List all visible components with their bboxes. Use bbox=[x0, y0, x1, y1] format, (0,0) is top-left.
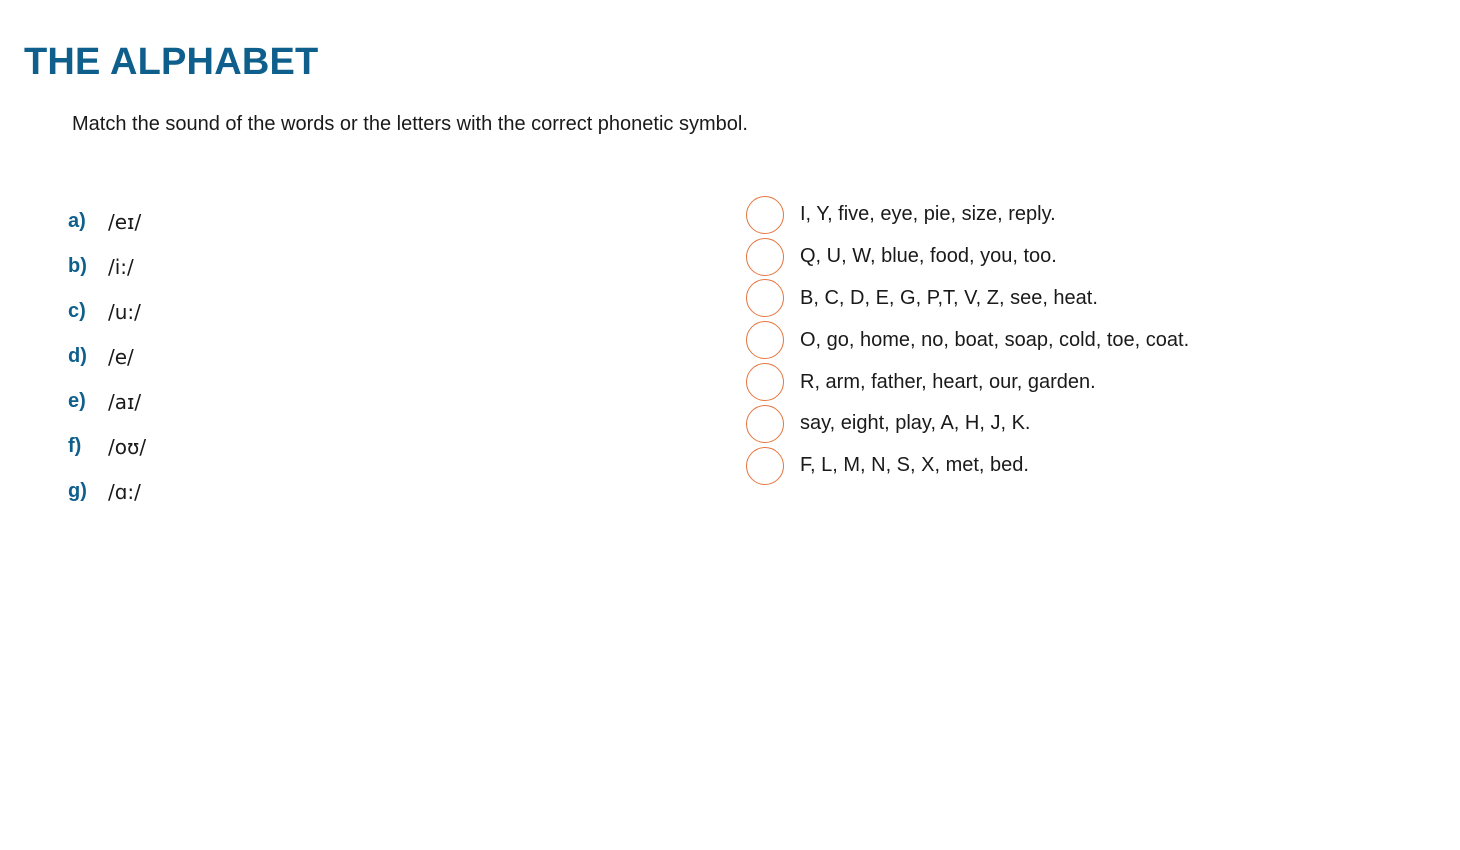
symbol-letter: f) bbox=[68, 435, 82, 457]
match-text: R, arm, father, heart, our, garden. bbox=[800, 370, 1096, 393]
symbol-ipa: /e/ bbox=[108, 344, 134, 369]
match-list: I, Y, five, eye, pie, size, reply. Q, U,… bbox=[746, 194, 1189, 487]
match-text: I, Y, five, eye, pie, size, reply. bbox=[800, 203, 1056, 226]
match-text: O, go, home, no, boat, soap, cold, toe, … bbox=[800, 328, 1190, 351]
symbol-letter: c) bbox=[68, 300, 86, 322]
answer-circle[interactable] bbox=[746, 279, 784, 318]
page-title: THE ALPHABET bbox=[24, 41, 319, 83]
answer-circle[interactable] bbox=[746, 321, 784, 360]
symbol-letter: d) bbox=[68, 345, 87, 367]
phonetic-symbol-list: a) /eɪ/ b) /i:/ c) /u:/ d) /e/ e) /aɪ/ f… bbox=[68, 199, 146, 514]
symbol-item-e: e) /aɪ/ bbox=[68, 379, 146, 424]
symbol-letter: g) bbox=[68, 480, 87, 502]
answer-circle[interactable] bbox=[746, 446, 784, 485]
match-text: F, L, M, N, S, X, met, bed. bbox=[800, 454, 1029, 477]
match-text: say, eight, play, A, H, J, K. bbox=[800, 412, 1031, 435]
match-item-5: R, arm, father, heart, our, garden. bbox=[746, 361, 1189, 403]
symbol-letter: a) bbox=[68, 210, 86, 232]
symbol-ipa: /eɪ/ bbox=[108, 209, 142, 234]
match-item-4: O, go, home, no, boat, soap, cold, toe, … bbox=[746, 319, 1189, 361]
symbol-item-a: a) /eɪ/ bbox=[68, 199, 146, 244]
match-item-3: B, C, D, E, G, P,T, V, Z, see, heat. bbox=[746, 278, 1189, 320]
symbol-item-f: f) /oʊ/ bbox=[68, 424, 146, 469]
symbol-item-c: c) /u:/ bbox=[68, 289, 146, 334]
symbol-letter: b) bbox=[68, 255, 87, 277]
symbol-item-g: g) /ɑ:/ bbox=[68, 469, 146, 514]
symbol-ipa: /i:/ bbox=[108, 254, 134, 279]
answer-circle[interactable] bbox=[746, 363, 784, 402]
answer-circle[interactable] bbox=[746, 237, 784, 276]
match-item-1: I, Y, five, eye, pie, size, reply. bbox=[746, 194, 1189, 236]
symbol-letter: e) bbox=[68, 390, 86, 412]
symbol-ipa: /oʊ/ bbox=[108, 434, 147, 459]
match-item-7: F, L, M, N, S, X, met, bed. bbox=[746, 445, 1189, 487]
match-text: Q, U, W, blue, food, you, too. bbox=[800, 245, 1057, 268]
answer-circle[interactable] bbox=[746, 195, 784, 234]
instruction-text: Match the sound of the words or the lett… bbox=[72, 113, 748, 135]
symbol-item-d: d) /e/ bbox=[68, 334, 146, 379]
match-item-6: say, eight, play, A, H, J, K. bbox=[746, 403, 1189, 445]
symbol-item-b: b) /i:/ bbox=[68, 244, 146, 289]
symbol-ipa: /aɪ/ bbox=[108, 389, 142, 414]
match-item-2: Q, U, W, blue, food, you, too. bbox=[746, 236, 1189, 278]
answer-circle[interactable] bbox=[746, 404, 784, 443]
symbol-ipa: /ɑ:/ bbox=[108, 479, 141, 504]
symbol-ipa: /u:/ bbox=[108, 299, 141, 324]
match-text: B, C, D, E, G, P,T, V, Z, see, heat. bbox=[800, 286, 1098, 309]
